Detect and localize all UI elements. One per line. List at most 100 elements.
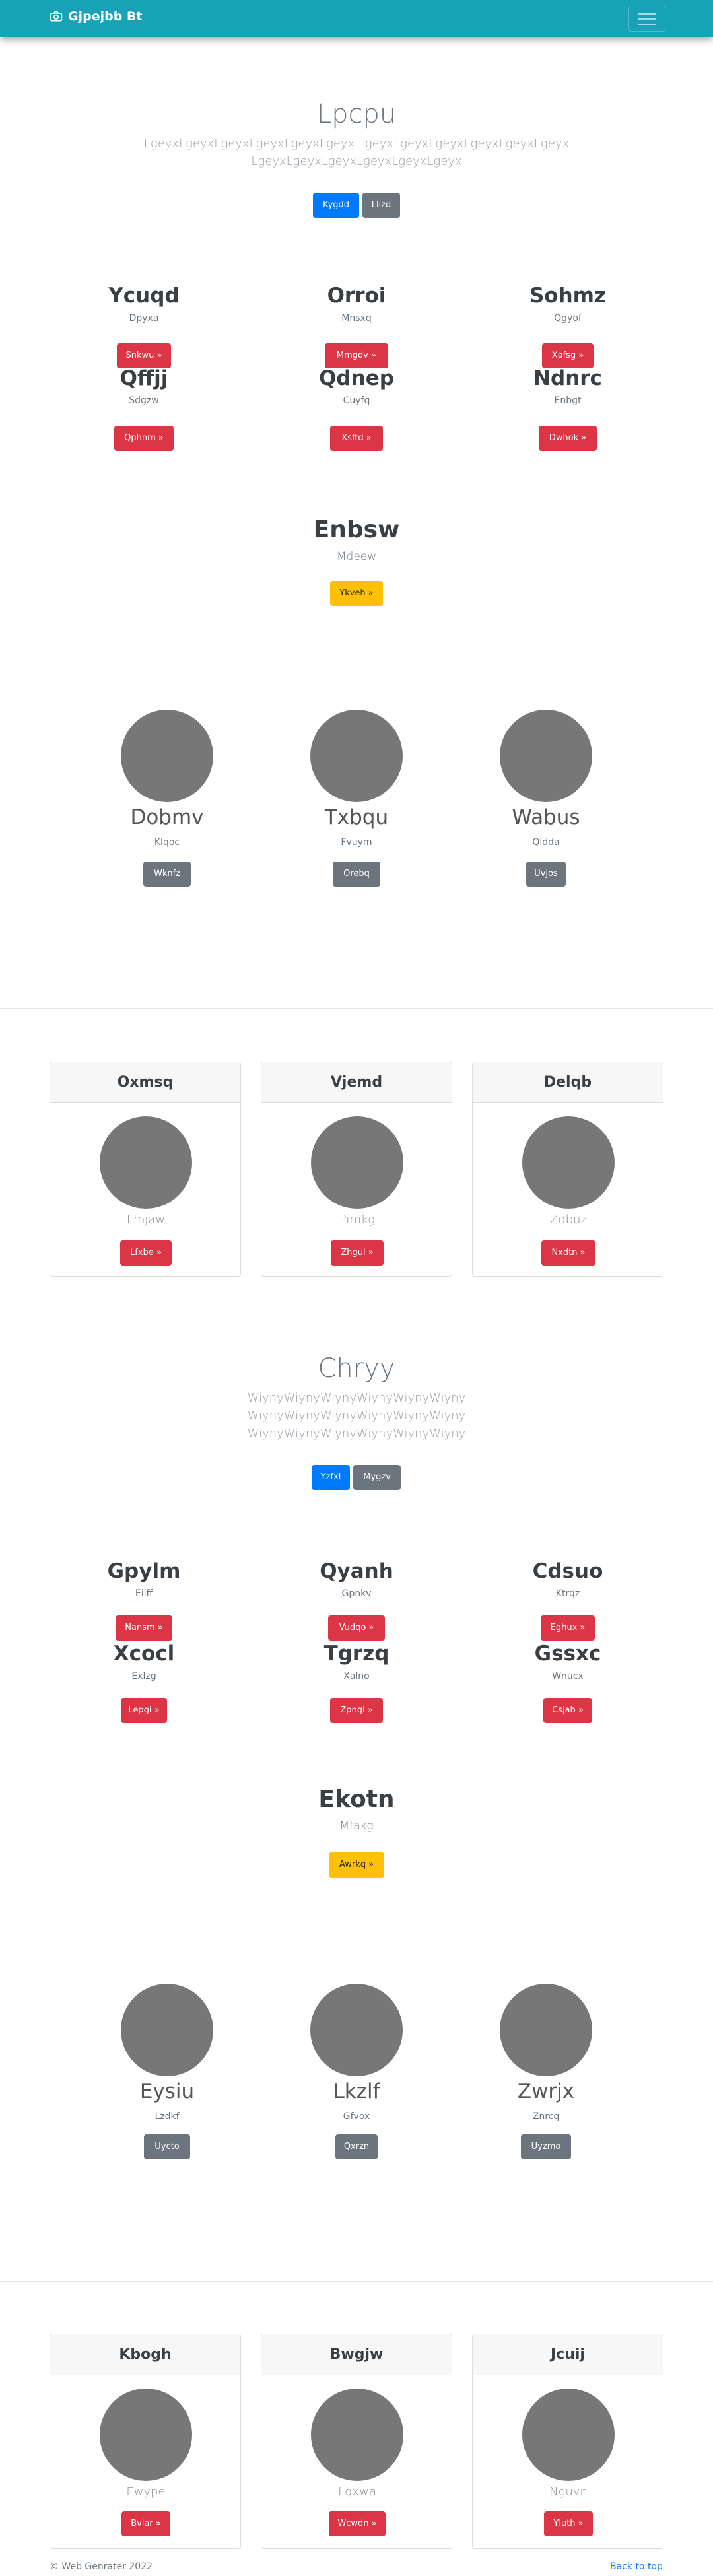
person-button[interactable]: Wknfz (143, 862, 191, 887)
card-header: Delqb (473, 1062, 663, 1103)
secondary-button[interactable]: Mygzv (353, 1465, 401, 1490)
footer-copyright: © Web Genrater 2022 (50, 2561, 153, 2572)
feature-title: Qyanh (320, 1559, 393, 1583)
highlight-title: Enbsw (313, 516, 400, 543)
card: Delqb Zdbuz Nxdtn » (472, 1062, 663, 1277)
card-button[interactable]: Zhgul » (331, 1240, 384, 1266)
feature-subtitle: Exlzg (131, 1671, 156, 1681)
feature-item: Orroi Mnsxq (290, 284, 423, 323)
feature-subtitle: Ktrqz (555, 1588, 580, 1599)
person-button[interactable]: Uyzmo (521, 2134, 571, 2159)
person-subtitle: Fvuym (341, 837, 372, 848)
feature-title: Gpylm (107, 1559, 181, 1583)
card-name: Lmjaw (126, 1213, 166, 1227)
jumbotron-2: Chryy WiynyWiynyWiynyWiynyWiynyWiyny Wiy… (0, 1353, 713, 1442)
highlight-button[interactable]: Awrkq » (329, 1852, 384, 1878)
secondary-button[interactable]: Llizd (362, 193, 400, 218)
card: Bwgjw Lqxwa Wcwdn » (261, 2334, 452, 2549)
feature-subtitle: Cuyfq (343, 395, 370, 406)
highlight-section-1: Enbsw Mdeew (0, 516, 713, 563)
avatar (100, 2389, 192, 2481)
highlight-title: Ekotn (318, 1786, 395, 1813)
feature-button[interactable]: Mmgdv » (325, 343, 388, 368)
feature-title: Xcocl (113, 1642, 175, 1666)
primary-button[interactable]: Yzfxl (312, 1465, 350, 1490)
card-button[interactable]: Wcwdn » (329, 2511, 386, 2536)
card-header: Kbogh (50, 2334, 240, 2375)
card-button[interactable]: Lfxbe » (120, 1240, 172, 1266)
feature-item: Sohmz Qgyof (502, 284, 634, 323)
avatar (522, 1116, 615, 1209)
features-section-2: Gpylm Eiiff Nansm » Qyanh Gpnkv Vudqo » … (0, 1559, 713, 1731)
person-name: Eysiu (139, 2080, 195, 2103)
avatar (311, 2389, 403, 2481)
card-name: Lqxwa (338, 2485, 376, 2499)
avatar (500, 710, 592, 802)
highlight-button[interactable]: Ykveh » (330, 581, 383, 606)
primary-button[interactable]: Kygdd (313, 193, 359, 218)
feature-item: Tgrzq Xalno (290, 1642, 423, 1681)
person-name: Lkzlf (333, 2080, 380, 2103)
feature-subtitle: Wnucx (552, 1671, 584, 1681)
card-button[interactable]: Nxdtn » (541, 1240, 595, 1266)
card: Vjemd Pimkg Zhgul » (261, 1062, 452, 1277)
person-button[interactable]: Uycto (144, 2134, 190, 2159)
avatar (121, 1984, 213, 2076)
person-name: Dobmv (130, 805, 204, 829)
avatar (522, 2389, 615, 2481)
feature-button[interactable]: Xsftd » (330, 426, 383, 451)
people-section-1: Dobmv Klqoc Wknfz Txbqu Fvuym Orebq Wabu… (0, 710, 713, 895)
card-button[interactable]: Yluth » (544, 2511, 593, 2536)
card: Jcuij Nguvn Yluth » (472, 2334, 663, 2549)
person-button[interactable]: Uvjos (526, 862, 566, 887)
jumbotron-lead-line: LgeyxLgeyxLgeyxLgeyxLgeyxLgeyx LgeyxLgey… (143, 137, 570, 151)
navbar-toggler[interactable] (628, 7, 665, 32)
feature-button[interactable]: Csjab » (543, 1698, 592, 1723)
camera-icon (50, 11, 63, 22)
feature-subtitle: Enbgt (554, 395, 582, 406)
feature-subtitle: Gpnkv (341, 1588, 372, 1599)
person-name: Txbqu (324, 805, 389, 829)
card-header: Vjemd (261, 1062, 452, 1103)
card-name: Nguvn (549, 2485, 588, 2499)
feature-item: Cdsuo Ktrqz (502, 1559, 634, 1599)
feature-title: Ndnrc (533, 366, 602, 390)
card-name: Zdbuz (549, 1213, 588, 1227)
person-button[interactable]: Orebq (333, 862, 380, 887)
person-subtitle: Lzdkf (154, 2111, 180, 2122)
feature-button[interactable]: Dwhok » (539, 426, 597, 451)
card-header: Jcuij (473, 2334, 663, 2375)
feature-button[interactable]: Lepgi » (121, 1698, 167, 1723)
feature-item: Gssxc Wnucx (502, 1642, 634, 1681)
feature-button[interactable]: Xafsg » (542, 343, 594, 368)
section-divider (0, 2281, 713, 2282)
feature-button[interactable]: Vudqo » (328, 1615, 385, 1641)
back-to-top-link[interactable]: Back to top (610, 2561, 663, 2572)
brand-text: Gjpejbb Bt (68, 9, 143, 24)
feature-button[interactable]: Nansm » (116, 1615, 172, 1641)
person-subtitle: Gfvox (343, 2111, 370, 2122)
card-button[interactable]: Bvlar » (121, 2511, 170, 2536)
card-header: Bwgjw (261, 2334, 452, 2375)
feature-title: Sohmz (529, 284, 607, 308)
brand-link[interactable]: Gjpejbb Bt (50, 9, 143, 24)
feature-subtitle: Xalno (343, 1671, 370, 1681)
feature-item: Qyanh Gpnkv (290, 1559, 423, 1599)
avatar (311, 1116, 403, 1209)
navbar: Gjpejbb Bt (0, 0, 713, 37)
feature-button[interactable]: Qphnm » (114, 426, 174, 451)
feature-subtitle: Sdgzw (129, 395, 159, 406)
feature-title: Gssxc (534, 1642, 601, 1666)
card: Oxmsq Lmjaw Lfxbe » (50, 1062, 241, 1277)
person-subtitle: Qldda (532, 837, 560, 848)
feature-item: Xcocl Exlzg (78, 1642, 210, 1681)
feature-button[interactable]: Snkwu » (117, 343, 171, 368)
feature-subtitle: Qgyof (554, 313, 582, 323)
avatar (310, 710, 403, 802)
person-button[interactable]: Qxrzn (335, 2134, 378, 2159)
feature-button[interactable]: Zpngi » (330, 1698, 383, 1723)
jumbotron-lead-line: WiynyWiynyWiynyWiynyWiynyWiyny (247, 1409, 466, 1423)
feature-title: Ycuqd (108, 284, 180, 308)
jumbotron-title: Lpcpu (316, 99, 397, 129)
feature-button[interactable]: Eghux » (541, 1615, 595, 1641)
